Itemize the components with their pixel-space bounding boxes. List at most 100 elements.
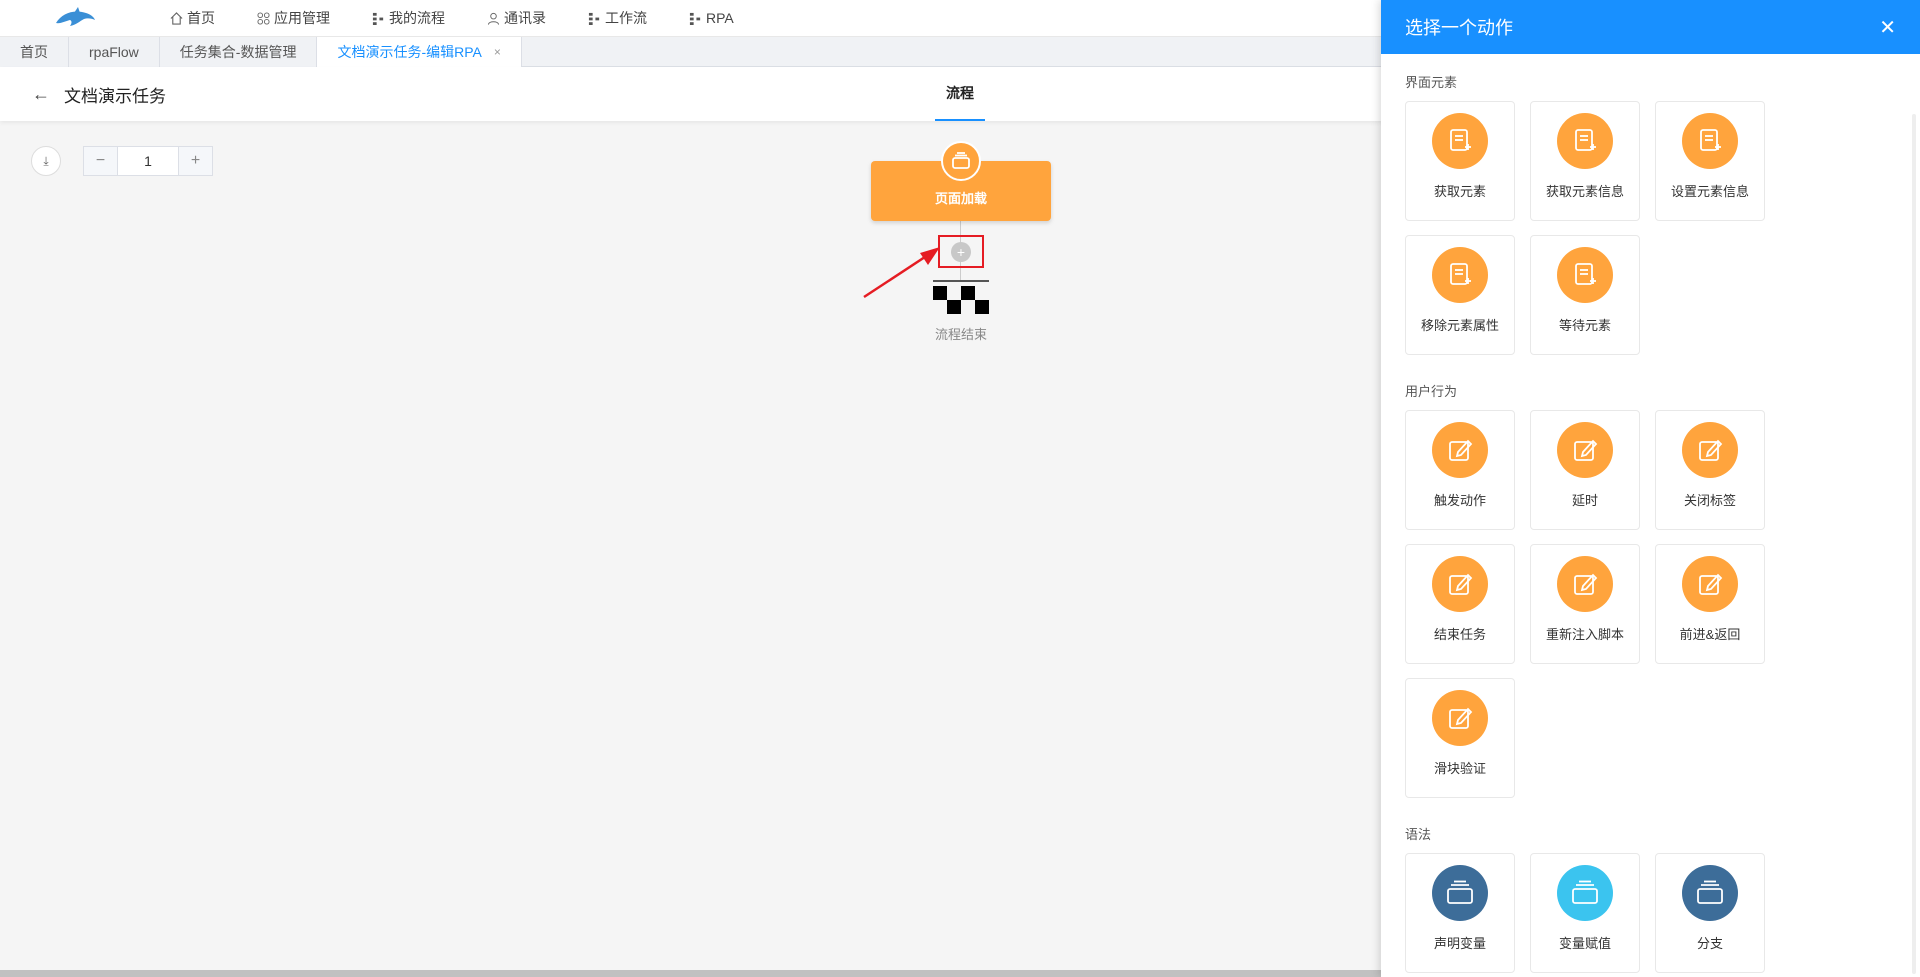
download-button[interactable]: ⤓ bbox=[31, 146, 61, 176]
stack-icon bbox=[1557, 865, 1613, 921]
tab-label: rpaFlow bbox=[89, 44, 139, 60]
action-card[interactable]: 移除元素属性 bbox=[1405, 235, 1515, 355]
edit-icon bbox=[1432, 556, 1488, 612]
page-title: 文档演示任务 bbox=[64, 86, 166, 106]
action-card[interactable]: 获取元素信息 bbox=[1530, 101, 1640, 221]
action-label: 等待元素 bbox=[1558, 318, 1611, 333]
tab-label: 文档演示任务-编辑RPA bbox=[337, 44, 482, 60]
edit-icon bbox=[1432, 422, 1488, 478]
action-grid: 获取元素 获取元素信息 设置元素信息 移除元素属性 等待元素 bbox=[1405, 101, 1920, 355]
action-label: 获取元素 bbox=[1433, 184, 1486, 199]
action-label: 结束任务 bbox=[1433, 627, 1486, 642]
flow-icon bbox=[689, 12, 701, 25]
nav-item-label: 工作流 bbox=[605, 10, 647, 26]
tab-label: 首页 bbox=[20, 44, 48, 60]
flow-icon bbox=[588, 12, 600, 25]
flow-canvas[interactable]: ⤓ − 1 + 页面加载 + 流程结束 bbox=[0, 121, 1380, 970]
zoom-in-button[interactable]: + bbox=[179, 147, 212, 175]
action-card[interactable]: 变量赋值 bbox=[1530, 853, 1640, 973]
nav-item-label: 通讯录 bbox=[504, 10, 546, 26]
action-label: 移除元素属性 bbox=[1420, 318, 1499, 333]
edit-icon bbox=[1557, 422, 1613, 478]
highlight-box bbox=[938, 235, 984, 268]
action-card[interactable]: 前进&返回 bbox=[1655, 544, 1765, 664]
tab-task-collection[interactable]: 任务集合-数据管理 bbox=[159, 37, 318, 67]
section-title: 界面元素 bbox=[1405, 75, 1458, 90]
action-card[interactable]: 结束任务 bbox=[1405, 544, 1515, 664]
nav-item-my-flow[interactable]: 我的流程 bbox=[372, 8, 445, 28]
action-grid: 触发动作 延时 关闭标签 结束任务 重新注入脚本 前进&返回 滑块验证 bbox=[1405, 410, 1920, 798]
nav-item-label: 应用管理 bbox=[274, 10, 330, 26]
nav-item-rpa[interactable]: RPA bbox=[689, 8, 734, 28]
tab-close-icon[interactable]: × bbox=[494, 45, 501, 59]
home-icon bbox=[170, 11, 183, 25]
action-card[interactable]: 获取元素 bbox=[1405, 101, 1515, 221]
nav-item-contacts[interactable]: 通讯录 bbox=[487, 8, 546, 28]
nav-item-workflow[interactable]: 工作流 bbox=[588, 8, 647, 28]
dolphin-logo[interactable] bbox=[54, 3, 114, 33]
drawer-title: 选择一个动作 bbox=[1405, 18, 1513, 38]
close-icon[interactable]: ✕ bbox=[1879, 15, 1896, 40]
tab-home[interactable]: 首页 bbox=[0, 37, 69, 67]
end-label: 流程结束 bbox=[934, 327, 987, 342]
action-card[interactable]: 关闭标签 bbox=[1655, 410, 1765, 530]
horizontal-scrollbar[interactable] bbox=[0, 970, 1381, 977]
apps-icon bbox=[257, 11, 270, 25]
action-label: 延时 bbox=[1571, 493, 1598, 508]
edit-icon bbox=[1682, 422, 1738, 478]
drawer-header: 选择一个动作 ✕ bbox=[1381, 0, 1920, 54]
tab-label: 任务集合-数据管理 bbox=[179, 44, 297, 60]
nav-item-home[interactable]: 首页 bbox=[170, 8, 215, 28]
action-label: 设置元素信息 bbox=[1670, 184, 1749, 199]
doc-add-icon bbox=[1682, 113, 1738, 169]
user-icon bbox=[487, 12, 500, 25]
action-drawer: 选择一个动作 ✕ 界面元素 获取元素 获取元素信息 设置元素信息 移除元素属性 … bbox=[1381, 0, 1920, 977]
section-title: 用户行为 bbox=[1405, 384, 1458, 399]
action-card[interactable]: 分支 bbox=[1655, 853, 1765, 973]
node-label: 页面加载 bbox=[934, 191, 987, 206]
back-arrow-icon[interactable]: ← bbox=[32, 84, 50, 105]
action-card[interactable]: 等待元素 bbox=[1530, 235, 1640, 355]
stack-icon bbox=[1432, 865, 1488, 921]
action-grid: 声明变量 变量赋值 分支 bbox=[1405, 853, 1920, 973]
action-card[interactable]: 重新注入脚本 bbox=[1530, 544, 1640, 664]
edit-icon bbox=[1432, 690, 1488, 746]
zoom-out-button[interactable]: − bbox=[84, 147, 117, 175]
action-card[interactable]: 声明变量 bbox=[1405, 853, 1515, 973]
zoom-stepper: − 1 + bbox=[83, 146, 213, 176]
dolphin-icon bbox=[56, 7, 95, 26]
edit-icon bbox=[1557, 556, 1613, 612]
section-title: 语法 bbox=[1405, 827, 1432, 842]
action-card[interactable]: 触发动作 bbox=[1405, 410, 1515, 530]
finish-flag-icon bbox=[933, 280, 989, 314]
action-label: 前进&返回 bbox=[1679, 627, 1741, 642]
action-card[interactable]: 设置元素信息 bbox=[1655, 101, 1765, 221]
action-label: 滑块验证 bbox=[1433, 761, 1486, 776]
nav-item-label: RPA bbox=[706, 10, 734, 26]
tab-edit-rpa[interactable]: 文档演示任务-编辑RPA × bbox=[317, 37, 522, 67]
tab-rpaflow[interactable]: rpaFlow bbox=[69, 37, 160, 67]
action-label: 关闭标签 bbox=[1683, 493, 1736, 508]
nav-item-label: 我的流程 bbox=[389, 10, 445, 26]
doc-add-icon bbox=[1557, 113, 1613, 169]
zoom-value-input[interactable]: 1 bbox=[117, 147, 179, 175]
nav-item-label: 首页 bbox=[187, 10, 215, 26]
drawer-body: 界面元素 获取元素 获取元素信息 设置元素信息 移除元素属性 等待元素 用户行为… bbox=[1381, 54, 1920, 977]
action-card[interactable]: 延时 bbox=[1530, 410, 1640, 530]
node-stack-icon bbox=[941, 141, 981, 181]
tab-flow[interactable]: 流程 bbox=[935, 67, 985, 121]
nav-item-apps[interactable]: 应用管理 bbox=[257, 8, 330, 28]
action-label: 变量赋值 bbox=[1558, 936, 1611, 951]
edit-icon bbox=[1682, 556, 1738, 612]
flow-icon bbox=[372, 12, 384, 25]
red-arrow-annotation bbox=[863, 247, 940, 299]
action-label: 重新注入脚本 bbox=[1545, 627, 1624, 642]
stack-icon bbox=[1682, 865, 1738, 921]
doc-add-icon bbox=[1432, 113, 1488, 169]
action-label: 分支 bbox=[1696, 936, 1723, 951]
drawer-scrollbar[interactable] bbox=[1912, 114, 1916, 974]
doc-add-icon bbox=[1557, 247, 1613, 303]
action-card[interactable]: 滑块验证 bbox=[1405, 678, 1515, 798]
action-label: 触发动作 bbox=[1433, 493, 1486, 508]
action-label: 声明变量 bbox=[1433, 936, 1486, 951]
